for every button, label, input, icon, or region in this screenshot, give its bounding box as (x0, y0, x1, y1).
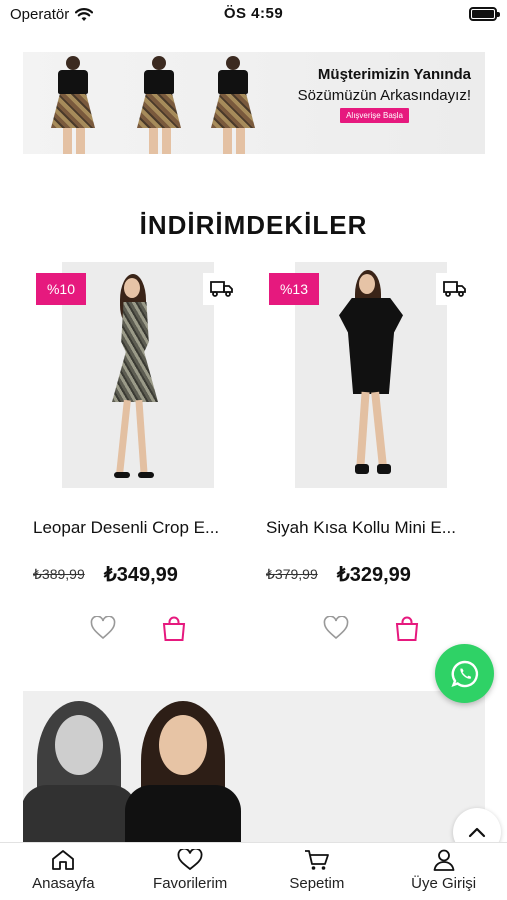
tab-home[interactable]: Anasayfa (0, 843, 127, 900)
banner-model-image (205, 56, 263, 154)
tab-cart[interactable]: Sepetim (254, 843, 381, 900)
whatsapp-icon (450, 660, 478, 687)
section-title: İNDİRİMDEKİLER (139, 210, 368, 240)
clock: ÖS 4:59 (223, 5, 284, 22)
old-price: ₺379,99 (266, 566, 318, 582)
bottom-tab-bar: Anasayfa Favorilerim Sepetim Üye Girişi (0, 842, 507, 900)
shopping-bag-icon[interactable] (162, 616, 186, 647)
product-name[interactable]: Siyah Kısa Kollu Mini E... (266, 518, 478, 538)
product-name[interactable]: Leopar Desenli Crop E... (33, 518, 245, 538)
tab-label: Üye Girişi (411, 875, 477, 892)
cart-icon (304, 850, 329, 870)
shopping-bag-icon[interactable] (395, 616, 419, 647)
truck-icon (436, 273, 474, 305)
product-card[interactable]: %13 Siyah Kısa Kollu Mini E... ₺379,99 ₺… (263, 262, 478, 652)
discount-badge: %13 (269, 273, 319, 305)
shop-now-button[interactable]: Alışverişe Başla (340, 108, 409, 123)
chevron-up-icon (468, 827, 486, 838)
user-icon (433, 849, 455, 871)
hero-banner[interactable]: Müşterimizin Yanında Sözümüzün Arkasında… (23, 52, 485, 154)
banner-model-image (131, 56, 189, 154)
tab-favorites[interactable]: Favorilerim (127, 843, 254, 900)
tab-label: Sepetim (289, 875, 345, 892)
discount-badge: %10 (36, 273, 86, 305)
product-card[interactable]: %10 Leopar Desenli Crop E... ₺389,99 ₺34… (30, 262, 245, 652)
heart-icon[interactable] (323, 615, 349, 645)
tab-label: Anasayfa (32, 875, 95, 892)
home-icon (52, 850, 75, 870)
banner-model-image (45, 56, 103, 154)
heart-icon[interactable] (90, 615, 116, 645)
old-price: ₺389,99 (33, 566, 85, 582)
heart-icon (177, 849, 203, 871)
truck-icon (203, 273, 241, 305)
battery-icon (469, 7, 500, 21)
status-bar: Operatör ÖS 4:59 (0, 0, 507, 30)
banner-subline: Sözümüzün Arkasındayız! (297, 87, 471, 104)
banner-headline: Müşterimizin Yanında (317, 66, 471, 83)
whatsapp-button[interactable] (435, 644, 494, 703)
tab-label: Favorilerim (153, 875, 228, 892)
current-price: ₺349,99 (104, 564, 178, 586)
promo-banner[interactable] (23, 691, 485, 843)
current-price: ₺329,99 (337, 564, 411, 586)
tab-login[interactable]: Üye Girişi (380, 843, 507, 900)
